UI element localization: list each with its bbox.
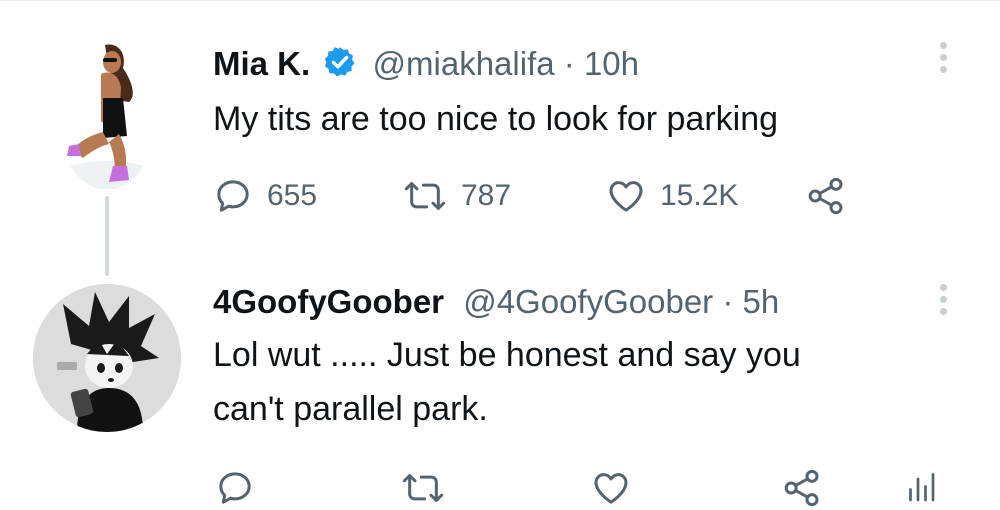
reply-button[interactable] [215,466,255,510]
retweet-icon [402,474,444,502]
share-button[interactable] [781,466,823,510]
display-name[interactable]: 4GoofyGoober [213,283,444,320]
avatar-illustration [59,44,155,189]
reply-count: 655 [267,179,318,212]
separator-dot: · [722,283,734,320]
tweet-text: Lol wut ..... Just be honest and say you… [213,328,801,436]
reply-icon [217,180,249,212]
retweet-count: 787 [461,179,512,212]
like-icon [594,473,628,504]
display-name[interactable]: Mia K. [213,45,310,82]
retweet-button[interactable] [401,466,445,510]
more-icon[interactable] [938,42,948,78]
analytics-button[interactable] [903,466,939,510]
avatar-illustration [33,284,181,432]
reply-icon [219,472,251,504]
like-button[interactable] [591,466,631,510]
share-icon [784,469,819,507]
like-count: 15.2K [660,179,739,212]
tweet-actions [213,466,953,510]
user-handle[interactable]: @4GoofyGoober [463,283,713,320]
tweet-1[interactable]: Mia K. @miakhalifa · 10h My tits are too… [0,0,1000,250]
timestamp[interactable]: 5h [743,283,780,320]
tweet-text-line: Lol wut ..... Just be honest and say you [213,336,801,374]
like-button[interactable]: 15.2K [606,174,738,218]
thread-connector [105,196,109,276]
reply-button[interactable]: 655 [213,174,317,218]
user-handle[interactable]: @miakhalifa [373,45,555,82]
verified-icon [323,45,357,88]
share-icon [808,177,843,215]
timestamp[interactable]: 10h [584,45,639,82]
retweet-icon [404,182,446,210]
tweet-header: 4GoofyGoober @4GoofyGoober · 5h [213,282,779,322]
like-icon [609,181,643,212]
share-button[interactable] [805,174,847,218]
tweet-header: Mia K. @miakhalifa · 10h [213,44,639,88]
retweet-button[interactable]: 787 [403,174,511,218]
avatar[interactable] [33,284,181,432]
tweet-text-line: can't parallel park. [213,390,488,428]
more-icon[interactable] [938,284,948,320]
tweet-text-line: My tits are too nice to look for parking [213,100,779,138]
analytics-icon [909,473,935,502]
avatar[interactable] [57,40,157,190]
tweet-text: My tits are too nice to look for parking [213,92,778,146]
separator-dot: · [563,45,575,82]
tweet-actions: 655 787 15.2K [213,174,913,218]
tweet-2[interactable]: 4GoofyGoober @4GoofyGoober · 5h Lol wut … [0,270,1000,507]
